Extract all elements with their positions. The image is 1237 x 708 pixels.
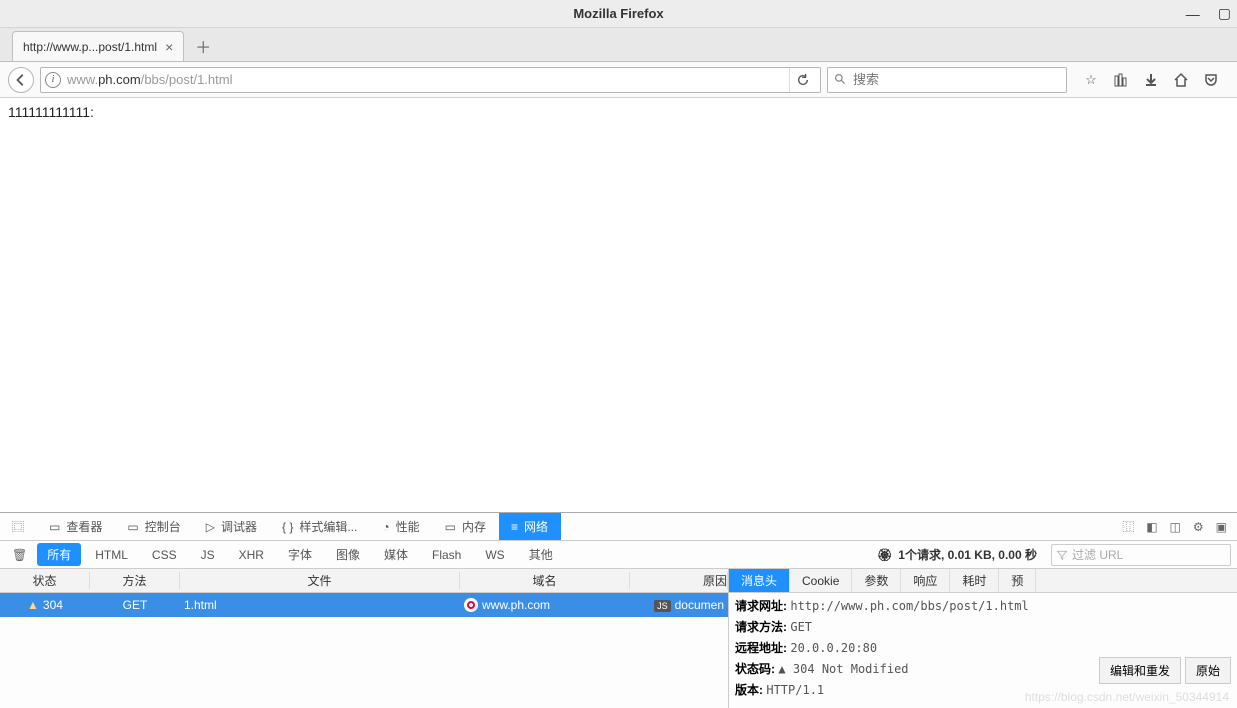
dock-side-icon[interactable]: ◧: [1146, 520, 1157, 534]
col-domain[interactable]: 域名: [460, 572, 630, 589]
page-text: 111111111111:: [8, 104, 94, 120]
tab-debugger[interactable]: ▷调试器: [194, 513, 270, 540]
maximize-icon[interactable]: ▢: [1218, 5, 1231, 22]
search-input[interactable]: [853, 72, 1060, 87]
filter-all[interactable]: 所有: [37, 543, 81, 566]
status-warn-icon: ▲: [27, 598, 39, 612]
window-title: Mozilla Firefox: [573, 6, 663, 21]
insecure-icon: [464, 598, 478, 612]
detail-tab-timings[interactable]: 耗时: [950, 569, 999, 592]
filter-css[interactable]: CSS: [142, 545, 187, 565]
tab-title: http://www.p...post/1.html: [23, 40, 157, 54]
tab-styles[interactable]: { }样式编辑...: [270, 513, 370, 540]
devtools-panel: ⿴ ▭查看器 ▭控制台 ▷调试器 { }样式编辑... ◔性能 ▭内存 ≡网络 …: [0, 512, 1237, 708]
filter-other[interactable]: 其他: [519, 543, 563, 566]
detail-url: 请求网址: http://www.ph.com/bbs/post/1.html: [735, 597, 1231, 614]
filter-ws[interactable]: WS: [475, 545, 514, 565]
devtools-picker[interactable]: ⿴: [0, 513, 37, 540]
filter-html[interactable]: HTML: [85, 545, 138, 565]
js-badge-icon: JS: [654, 600, 671, 612]
address-bar[interactable]: i www.ph.com/bbs/post/1.html: [40, 67, 821, 93]
minimize-icon[interactable]: ―: [1186, 6, 1200, 22]
devtools-toolbar: ⿴ ▭查看器 ▭控制台 ▷调试器 { }样式编辑... ◔性能 ▭内存 ≡网络 …: [0, 513, 1237, 541]
new-tab-button[interactable]: ＋: [190, 33, 216, 59]
detail-tab-headers[interactable]: 消息头: [729, 569, 790, 592]
col-file[interactable]: 文件: [180, 572, 460, 589]
filter-icon: [1056, 549, 1068, 561]
col-cause[interactable]: 原因: [630, 572, 728, 589]
filter-fonts[interactable]: 字体: [278, 543, 322, 566]
home-icon[interactable]: [1173, 72, 1189, 88]
request-list-header: 状态 方法 文件 域名 原因: [0, 569, 728, 593]
filter-images[interactable]: 图像: [326, 543, 370, 566]
detail-tab-params[interactable]: 参数: [852, 569, 901, 592]
col-status[interactable]: 状态: [0, 572, 90, 589]
status-warn-icon: ▲: [778, 662, 785, 676]
back-arrow-icon: [14, 73, 28, 87]
detail-tab-cookies[interactable]: Cookie: [790, 569, 852, 592]
tab-performance[interactable]: ◔性能: [370, 513, 432, 540]
close-tab-icon[interactable]: ×: [165, 39, 173, 55]
request-list: 状态 方法 文件 域名 原因 ▲304 GET 1.html www.ph.co…: [0, 569, 728, 708]
close-devtools-icon[interactable]: ▣: [1216, 520, 1227, 534]
settings-icon[interactable]: ⚙: [1193, 520, 1204, 534]
filter-js[interactable]: JS: [191, 545, 225, 565]
responsive-mode-icon[interactable]: ⿲: [1122, 518, 1134, 535]
filter-flash[interactable]: Flash: [422, 545, 471, 565]
page-content: 111111111111:: [0, 98, 1237, 512]
filter-url-input[interactable]: 过滤 URL: [1051, 544, 1231, 566]
tab-inspector[interactable]: ▭查看器: [37, 513, 115, 540]
reload-icon: [796, 73, 810, 87]
tab-memory[interactable]: ▭内存: [433, 513, 499, 540]
filter-media[interactable]: 媒体: [374, 543, 418, 566]
search-bar[interactable]: [827, 67, 1067, 93]
raw-button[interactable]: 原始: [1185, 657, 1231, 684]
nav-toolbar: i www.ph.com/bbs/post/1.html ☆: [0, 62, 1237, 98]
har-icon[interactable]: 🏵: [877, 548, 892, 562]
tab-network[interactable]: ≡网络: [499, 513, 561, 540]
request-summary: 🏵 1个请求, 0.01 KB, 0.00 秒 过滤 URL: [877, 544, 1231, 566]
filter-xhr[interactable]: XHR: [229, 545, 274, 565]
tab-console[interactable]: ▭控制台: [115, 513, 193, 540]
site-info-icon[interactable]: i: [45, 72, 61, 88]
reload-button[interactable]: [789, 68, 816, 92]
dock-window-icon[interactable]: ◫: [1170, 520, 1181, 534]
search-icon: [834, 73, 847, 86]
watermark-text: https://blog.csdn.net/weixin_50344914: [1025, 690, 1229, 704]
browser-tab[interactable]: http://www.p...post/1.html ×: [12, 31, 184, 61]
pocket-icon[interactable]: [1203, 72, 1219, 88]
request-row[interactable]: ▲304 GET 1.html www.ph.com JSdocumen: [0, 593, 728, 617]
window-titlebar: Mozilla Firefox ― ▢: [0, 0, 1237, 28]
downloads-icon[interactable]: [1143, 72, 1159, 88]
col-method[interactable]: 方法: [90, 572, 180, 589]
edit-resend-button[interactable]: 编辑和重发: [1099, 657, 1181, 684]
request-details: 消息头 Cookie 参数 响应 耗时 预 请求网址: http://www.p…: [728, 569, 1237, 708]
detail-tab-response[interactable]: 响应: [901, 569, 950, 592]
bookmark-star-icon[interactable]: ☆: [1083, 72, 1099, 88]
url-display: www.ph.com/bbs/post/1.html: [67, 72, 232, 87]
clear-button[interactable]: 🗑: [6, 548, 33, 562]
detail-remote: 远程地址: 20.0.0.20:80: [735, 639, 1231, 656]
back-button[interactable]: [8, 67, 34, 93]
detail-method: 请求方法: GET: [735, 618, 1231, 635]
network-filterbar: 🗑 所有 HTML CSS JS XHR 字体 图像 媒体 Flash WS 其…: [0, 541, 1237, 569]
detail-tab-preview[interactable]: 预: [999, 569, 1036, 592]
tab-bar: http://www.p...post/1.html × ＋: [0, 28, 1237, 62]
library-icon[interactable]: [1113, 72, 1129, 88]
